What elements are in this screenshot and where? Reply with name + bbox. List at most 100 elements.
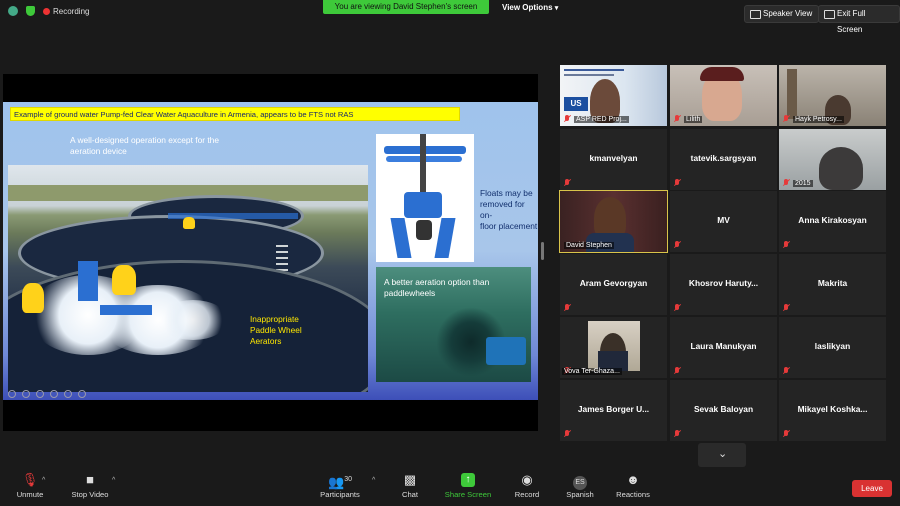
participant-name: James Borger U... — [577, 404, 650, 414]
caption-line: paddlewheels — [384, 288, 436, 298]
caption-line: aeration device — [70, 146, 127, 156]
participants-button[interactable]: 👥30 Participants — [310, 469, 370, 499]
caption-floats: Floats may be removed for on- floor plac… — [480, 188, 538, 232]
chat-label: Chat — [401, 490, 419, 499]
record-button[interactable]: ◉ Record — [497, 469, 557, 500]
record-icon: ◉ — [521, 472, 533, 487]
participant-name: ASP RED Proj... — [574, 116, 629, 123]
muted-mic-icon — [564, 304, 570, 312]
audio-options-caret[interactable]: ^ — [42, 477, 45, 484]
muted-mic-icon — [674, 115, 680, 123]
leave-button[interactable]: Leave — [852, 480, 892, 497]
chat-button[interactable]: ▩ Chat — [380, 469, 440, 500]
muted-mic-icon — [783, 430, 789, 438]
chevron-up-icon: ^ — [372, 477, 376, 484]
exit-full-screen-button[interactable]: Exit Full Screen — [818, 5, 900, 34]
participants-count: 30 — [344, 476, 352, 483]
caption-inappropriate: Inappropriate Paddle Wheel Aerators — [250, 314, 302, 347]
gallery-next-page-button[interactable]: ⌄ — [698, 443, 746, 467]
view-options-button[interactable]: View Options ▾ — [502, 3, 558, 12]
participant-tile[interactable]: Lilith — [670, 65, 777, 126]
reactions-button[interactable]: ☻ Reactions — [603, 469, 663, 500]
chevron-down-icon: ⌄ — [718, 448, 728, 460]
participant-tile[interactable]: kmanvelyan — [560, 129, 667, 190]
meeting-controls-bar: 🎙 Unmute ^ ■ Stop Video ^ 👥30 Participan… — [0, 469, 900, 506]
participant-tile[interactable]: Mikayel Koshka... — [779, 380, 886, 441]
participant-tile[interactable]: 2015 — [779, 129, 886, 190]
participant-name: Mikayel Koshka... — [797, 404, 868, 414]
slide-title: Example of ground water Pump-fed Clear W… — [10, 107, 460, 121]
participant-name: Aram Gevorgyan — [579, 278, 648, 288]
interpretation-button[interactable]: ES Spanish — [550, 469, 610, 499]
top-left-indicators: Recording — [8, 6, 89, 16]
participant-name: Makrita — [817, 278, 848, 288]
participant-tile[interactable]: US ASP RED Proj... — [560, 65, 667, 126]
pen-icon[interactable] — [36, 390, 44, 398]
participant-tile-active-speaker[interactable]: David Stephen — [559, 190, 668, 253]
caption-line: A better aeration option than — [384, 277, 490, 287]
muted-mic-icon — [783, 115, 789, 123]
shield-icon[interactable] — [26, 6, 35, 16]
prev-slide-icon[interactable] — [8, 390, 16, 398]
caption-well-designed: A well-designed operation except for the… — [70, 135, 219, 157]
logo-badge: US — [564, 97, 588, 111]
participant-tile[interactable]: James Borger U... — [560, 380, 667, 441]
viewing-screen-banner: You are viewing David Stephen's screen — [323, 0, 489, 14]
stop-video-label: Stop Video — [71, 490, 109, 499]
video-options-caret[interactable]: ^ — [112, 477, 115, 484]
view-options-label: View Options — [502, 3, 553, 12]
participant-tile[interactable]: Aram Gevorgyan — [560, 254, 667, 315]
participants-icon: 👥30 — [328, 474, 352, 490]
record-label: Record — [514, 490, 540, 499]
muted-mic-icon — [674, 179, 680, 187]
muted-mic-icon — [783, 367, 789, 375]
muted-mic-icon — [783, 241, 789, 249]
next-slide-icon[interactable] — [22, 390, 30, 398]
split-divider-handle[interactable] — [541, 242, 544, 260]
video-camera-icon: ■ — [86, 472, 94, 487]
participant-name: Lilith — [684, 116, 703, 123]
recording-label: Recording — [53, 6, 90, 16]
language-icon: ES — [550, 473, 610, 490]
more-icon[interactable] — [78, 390, 86, 398]
participant-tile[interactable]: Khosrov Haruty... — [670, 254, 777, 315]
participant-tile[interactable]: Vova Ter-Ghaza... — [560, 317, 667, 378]
participant-name: Hayk Petrosy... — [793, 116, 844, 123]
participant-tile[interactable]: Sevak Baloyan — [670, 380, 777, 441]
unmute-button[interactable]: 🎙 Unmute — [0, 469, 60, 500]
participant-tile[interactable]: Anna Kirakosyan — [779, 191, 886, 252]
participant-tile[interactable]: Laura Manukyan — [670, 317, 777, 378]
participant-name: Vova Ter-Ghaza... — [562, 368, 622, 375]
muted-mic-icon — [783, 304, 789, 312]
muted-mic-icon — [783, 179, 789, 187]
speaker-view-icon — [750, 10, 761, 19]
participant-tile[interactable]: tatevik.sargsyan — [670, 129, 777, 190]
slide-toolbar — [8, 390, 86, 398]
muted-mic-icon — [564, 430, 570, 438]
participant-name: MV — [717, 215, 730, 225]
participant-tile[interactable]: Makrita — [779, 254, 886, 315]
speaker-view-button[interactable]: Speaker View — [744, 5, 820, 23]
participant-name: Khosrov Haruty... — [688, 278, 759, 288]
caption-line: removed for on- — [480, 199, 525, 220]
caption-better-option: A better aeration option than paddlewhee… — [384, 277, 489, 299]
recording-indicator[interactable]: Recording — [43, 7, 89, 16]
stop-video-button[interactable]: ■ Stop Video — [60, 469, 120, 500]
underwater-aerator-photo: A better aeration option than paddlewhee… — [376, 267, 531, 382]
participant-name: David Stephen — [564, 242, 614, 249]
unmute-label: Unmute — [16, 490, 44, 499]
caption-line: Floats may be — [480, 188, 533, 198]
share-screen-label: Share Screen — [444, 490, 492, 499]
participants-options-caret[interactable]: ^ — [372, 477, 375, 484]
muted-mic-icon — [674, 304, 680, 312]
muted-mic-icon — [674, 241, 680, 249]
share-screen-button[interactable]: ↑ Share Screen — [438, 469, 498, 499]
participant-tile[interactable]: MV — [670, 191, 777, 252]
info-icon[interactable] — [8, 6, 18, 16]
participant-tile[interactable]: laslikyan — [779, 317, 886, 378]
muted-mic-icon — [564, 179, 570, 187]
participant-tile[interactable]: Hayk Petrosy... — [779, 65, 886, 126]
muted-mic-icon — [674, 430, 680, 438]
zoom-icon[interactable] — [64, 390, 72, 398]
slides-icon[interactable] — [50, 390, 58, 398]
